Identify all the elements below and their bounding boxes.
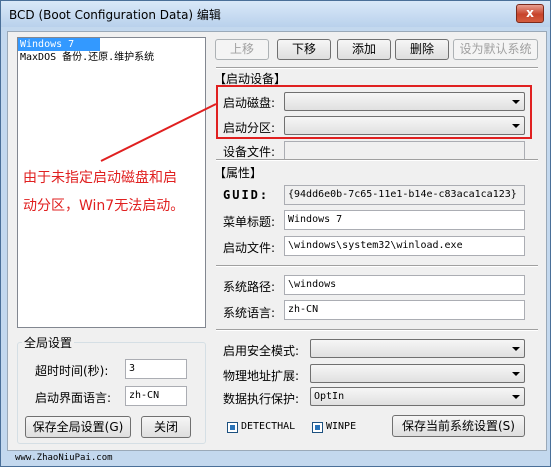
annotation-arrow [100,103,217,162]
watermark-text: www.ZhaoNiuPai.com [15,453,113,463]
annotation-line-2: 动分区，Win7无法启动。 [23,198,185,214]
annotation-line-1: 由于未指定启动磁盘和启 [23,170,177,186]
bcd-editor-window: BCD (Boot Configuration Data) 编辑 x Windo… [0,0,551,467]
